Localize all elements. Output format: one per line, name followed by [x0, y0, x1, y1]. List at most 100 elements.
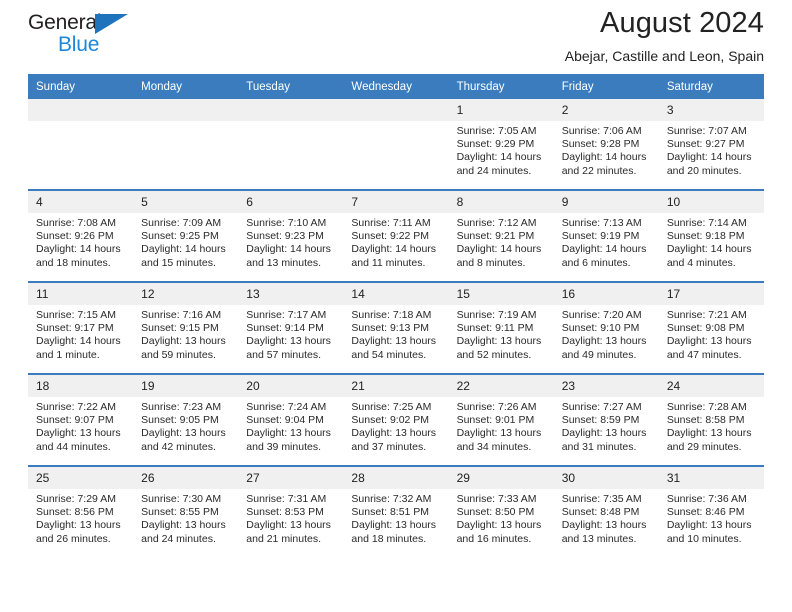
daylight-text-line2: and 10 minutes.	[666, 532, 742, 545]
calendar-day-cell[interactable]: 1 Sunrise: 7:05 AM Sunset: 9:29 PM Daylight…	[448, 99, 554, 190]
sunset-text: Sunset: 8:46 PM	[666, 506, 745, 519]
calendar-day-cell[interactable]: 10 Sunrise: 7:14 AM Sunset: 9:18 PM Dayligh…	[658, 189, 764, 282]
page-subtitle: Abejar, Castille and Leon, Spain	[564, 48, 764, 64]
daylight-text-line2: and 20 minutes.	[666, 164, 742, 177]
day-number: 29	[448, 467, 554, 489]
day-cell-inner: 8 Sunrise: 7:12 AM Sunset: 9:21 PM Daylight…	[448, 191, 554, 281]
daylight-text-line2: and 1 minute.	[36, 348, 100, 361]
day-details: Sunrise: 7:24 AM Sunset: 9:04 PM Daylight:…	[238, 397, 343, 454]
daylight-text-line2: and 44 minutes.	[36, 440, 111, 453]
day-number	[28, 99, 134, 121]
calendar-day-cell[interactable]: 7 Sunrise: 7:11 AM Sunset: 9:22 PM Daylight…	[343, 189, 449, 282]
day-cell-inner: 23 Sunrise: 7:27 AM Sunset: 8:59 PM Dayligh…	[553, 375, 659, 465]
day-number: 22	[448, 375, 554, 397]
page-title: August 2024	[600, 7, 764, 39]
calendar-day-cell[interactable]: 17 Sunrise: 7:21 AM Sunset: 9:08 PM Dayligh…	[658, 281, 764, 374]
calendar-day-cell[interactable]: 16 Sunrise: 7:20 AM Sunset: 9:10 PM Dayligh…	[553, 281, 659, 374]
calendar-day-cell[interactable]: 21 Sunrise: 7:25 AM Sunset: 9:02 PM Dayligh…	[343, 373, 449, 466]
daylight-text-line2: and 15 minutes.	[141, 256, 216, 269]
sunset-text: Sunset: 9:21 PM	[456, 230, 535, 243]
calendar-week-row: 11 Sunrise: 7:15 AM Sunset: 9:17 PM Dayligh…	[28, 281, 764, 374]
daylight-text-line1: Daylight: 13 hours	[351, 519, 437, 532]
daylight-text-line1: Daylight: 14 hours	[36, 243, 121, 256]
calendar-day-cell[interactable]: 5 Sunrise: 7:09 AM Sunset: 9:25 PM Daylight…	[133, 189, 239, 282]
calendar-day-cell[interactable]: 6 Sunrise: 7:10 AM Sunset: 9:23 PM Daylight…	[238, 189, 344, 282]
calendar-day-cell[interactable]: 26 Sunrise: 7:30 AM Sunset: 8:55 PM Dayligh…	[133, 465, 239, 557]
sunset-text: Sunset: 9:01 PM	[456, 414, 535, 427]
day-number: 18	[28, 375, 134, 397]
calendar-day-cell[interactable]: 18 Sunrise: 7:22 AM Sunset: 9:07 PM Dayligh…	[28, 373, 134, 466]
day-cell-inner: 29 Sunrise: 7:33 AM Sunset: 8:50 PM Dayligh…	[448, 467, 554, 557]
day-number: 6	[238, 191, 344, 213]
calendar-day-cell[interactable]: 30 Sunrise: 7:35 AM Sunset: 8:48 PM Dayligh…	[553, 465, 659, 557]
sunset-text: Sunset: 9:04 PM	[246, 414, 324, 427]
sunrise-text: Sunrise: 7:35 AM	[561, 493, 642, 505]
sunrise-text: Sunrise: 7:10 AM	[246, 217, 327, 229]
day-number: 23	[553, 375, 659, 397]
day-details: Sunrise: 7:28 AM Sunset: 8:58 PM Daylight:…	[659, 397, 764, 454]
calendar-day-cell[interactable]: 24 Sunrise: 7:28 AM Sunset: 8:58 PM Dayligh…	[658, 373, 764, 466]
calendar-day-cell[interactable]: 25 Sunrise: 7:29 AM Sunset: 8:56 PM Dayligh…	[28, 465, 134, 557]
daylight-text-line1: Daylight: 13 hours	[666, 335, 752, 348]
calendar-week-row: 4 Sunrise: 7:08 AM Sunset: 9:26 PM Daylight…	[28, 189, 764, 282]
day-number	[238, 99, 344, 121]
calendar-empty-cell	[28, 99, 134, 190]
calendar-day-cell[interactable]: 31 Sunrise: 7:36 AM Sunset: 8:46 PM Dayligh…	[658, 465, 764, 557]
day-cell-inner: 14 Sunrise: 7:18 AM Sunset: 9:13 PM Dayligh…	[343, 283, 449, 373]
sunrise-text: Sunrise: 7:36 AM	[666, 493, 747, 505]
day-number: 21	[343, 375, 449, 397]
daylight-text-line2: and 11 minutes.	[351, 256, 426, 269]
day-number: 7	[343, 191, 449, 213]
calendar-day-cell[interactable]: 8 Sunrise: 7:12 AM Sunset: 9:21 PM Daylight…	[448, 189, 554, 282]
weekday-header-monday: Monday	[133, 74, 239, 99]
day-details: Sunrise: 7:11 AM Sunset: 9:22 PM Daylight:…	[343, 213, 448, 270]
daylight-text-line1: Daylight: 14 hours	[666, 243, 752, 256]
sunrise-text: Sunrise: 7:22 AM	[36, 401, 116, 413]
day-details: Sunrise: 7:35 AM Sunset: 8:48 PM Daylight:…	[554, 489, 659, 546]
day-number: 27	[238, 467, 344, 489]
daylight-text-line1: Daylight: 14 hours	[36, 335, 121, 348]
sunrise-text: Sunrise: 7:11 AM	[351, 217, 431, 229]
day-number: 5	[133, 191, 239, 213]
day-number: 26	[133, 467, 239, 489]
calendar-week-row: 1 Sunrise: 7:05 AM Sunset: 9:29 PM Daylight…	[28, 99, 764, 190]
day-number: 25	[28, 467, 134, 489]
weekday-header-wednesday: Wednesday	[343, 74, 449, 99]
day-number: 30	[553, 467, 659, 489]
daylight-text-line2: and 31 minutes.	[561, 440, 637, 453]
daylight-text-line1: Daylight: 13 hours	[141, 427, 226, 440]
calendar-day-cell[interactable]: 29 Sunrise: 7:33 AM Sunset: 8:50 PM Dayligh…	[448, 465, 554, 557]
masthead: General Blue August 2024 Abejar, Castill…	[28, 0, 764, 74]
calendar-day-cell[interactable]: 2 Sunrise: 7:06 AM Sunset: 9:28 PM Daylight…	[553, 99, 659, 190]
daylight-text-line2: and 18 minutes.	[36, 256, 111, 269]
calendar-day-cell[interactable]: 28 Sunrise: 7:32 AM Sunset: 8:51 PM Dayligh…	[343, 465, 449, 557]
calendar-day-cell[interactable]: 23 Sunrise: 7:27 AM Sunset: 8:59 PM Dayligh…	[553, 373, 659, 466]
weekday-header-thursday: Thursday	[448, 74, 554, 99]
daylight-text-line1: Daylight: 13 hours	[351, 335, 437, 348]
calendar-day-cell[interactable]: 9 Sunrise: 7:13 AM Sunset: 9:19 PM Daylight…	[553, 189, 659, 282]
calendar-day-cell[interactable]: 20 Sunrise: 7:24 AM Sunset: 9:04 PM Dayligh…	[238, 373, 344, 466]
day-cell-inner	[133, 99, 239, 189]
calendar-day-cell[interactable]: 19 Sunrise: 7:23 AM Sunset: 9:05 PM Dayligh…	[133, 373, 239, 466]
daylight-text-line2: and 18 minutes.	[351, 532, 427, 545]
calendar-day-cell[interactable]: 4 Sunrise: 7:08 AM Sunset: 9:26 PM Daylight…	[28, 189, 134, 282]
calendar-day-cell[interactable]: 13 Sunrise: 7:17 AM Sunset: 9:14 PM Dayligh…	[238, 281, 344, 374]
daylight-text-line1: Daylight: 13 hours	[36, 427, 121, 440]
brand-logo[interactable]: General Blue	[28, 12, 148, 62]
calendar-day-cell[interactable]: 11 Sunrise: 7:15 AM Sunset: 9:17 PM Dayligh…	[28, 281, 134, 374]
day-number: 11	[28, 283, 134, 305]
daylight-text-line2: and 39 minutes.	[246, 440, 321, 453]
calendar-day-cell[interactable]: 15 Sunrise: 7:19 AM Sunset: 9:11 PM Dayligh…	[448, 281, 554, 374]
sunrise-text: Sunrise: 7:07 AM	[666, 125, 747, 137]
calendar-day-cell[interactable]: 3 Sunrise: 7:07 AM Sunset: 9:27 PM Daylight…	[658, 99, 764, 190]
sunset-text: Sunset: 8:55 PM	[141, 506, 219, 519]
calendar-day-cell[interactable]: 14 Sunrise: 7:18 AM Sunset: 9:13 PM Dayligh…	[343, 281, 449, 374]
calendar-day-cell[interactable]: 12 Sunrise: 7:16 AM Sunset: 9:15 PM Dayligh…	[133, 281, 239, 374]
sunrise-text: Sunrise: 7:26 AM	[456, 401, 537, 413]
sunrise-text: Sunrise: 7:29 AM	[36, 493, 116, 505]
calendar-day-cell[interactable]: 27 Sunrise: 7:31 AM Sunset: 8:53 PM Dayligh…	[238, 465, 344, 557]
sunset-text: Sunset: 8:59 PM	[561, 414, 640, 427]
sunset-text: Sunset: 9:25 PM	[141, 230, 219, 243]
daylight-text-line1: Daylight: 13 hours	[246, 519, 331, 532]
calendar-day-cell[interactable]: 22 Sunrise: 7:26 AM Sunset: 9:01 PM Dayligh…	[448, 373, 554, 466]
